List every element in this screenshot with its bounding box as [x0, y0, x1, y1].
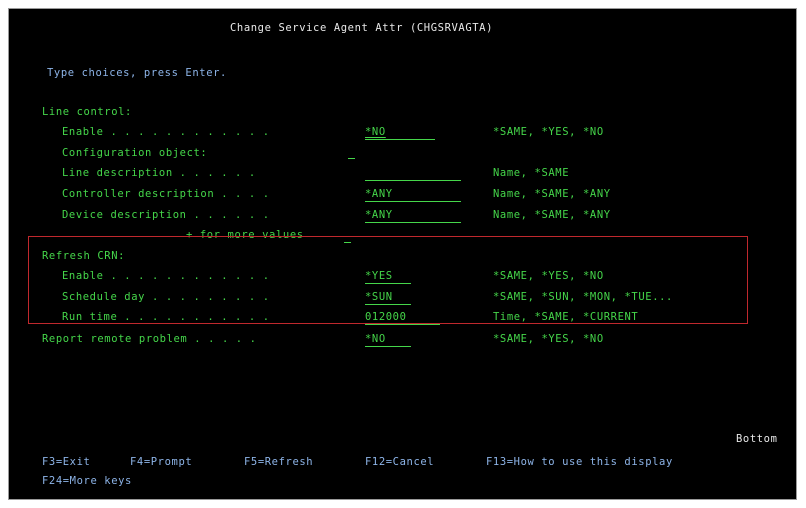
f24-more-keys[interactable]: F24=More keys: [42, 474, 132, 488]
line-description-underline: [365, 180, 461, 181]
line-description-label: Line description . . . . . .: [62, 167, 256, 179]
schedule-day-input[interactable]: *SUN: [365, 290, 393, 304]
f12-cancel-key[interactable]: F12=Cancel: [365, 455, 434, 469]
report-remote-problem-label: Report remote problem . . . . .: [42, 333, 257, 345]
refresh-enable-input[interactable]: *YES: [365, 269, 393, 283]
f13-help-key[interactable]: F13=How to use this display: [486, 455, 673, 469]
controller-description-underline: [365, 201, 461, 202]
cursor-marker: [348, 158, 355, 159]
device-description-choices: Name, *SAME, *ANY: [493, 209, 611, 221]
report-remote-problem-input[interactable]: *NO: [365, 332, 386, 346]
controller-description-choices: Name, *SAME, *ANY: [493, 188, 611, 200]
bottom-indicator: Bottom: [736, 433, 778, 445]
instruction-text: Type choices, press Enter.: [47, 67, 227, 79]
line-control-heading: Line control:: [42, 106, 132, 118]
refresh-enable-choices: *SAME, *YES, *NO: [493, 270, 604, 282]
f5-refresh-key[interactable]: F5=Refresh: [244, 455, 313, 469]
run-time-underline: [365, 324, 440, 325]
enable-input-underline: [365, 139, 435, 140]
line-description-choices: Name, *SAME: [493, 167, 570, 179]
schedule-day-label: Schedule day . . . . . . . . .: [62, 291, 270, 303]
refresh-enable-underline: [365, 283, 411, 284]
device-description-underline: [365, 222, 461, 223]
device-description-label: Device description . . . . . .: [62, 209, 270, 221]
controller-description-label: Controller description . . . .: [62, 188, 270, 200]
report-remote-problem-underline: [365, 346, 411, 347]
run-time-choices: Time, *SAME, *CURRENT: [493, 311, 639, 323]
more-values-hint: + for more values: [186, 229, 304, 241]
controller-description-input[interactable]: *ANY: [365, 187, 393, 201]
terminal-screen: [8, 8, 797, 500]
configuration-object-label: Configuration object:: [62, 147, 208, 159]
enable-input[interactable]: *NO: [365, 125, 435, 139]
enable-choices: *SAME, *YES, *NO: [493, 126, 604, 138]
run-time-input[interactable]: 012000: [365, 310, 407, 324]
more-values-entry[interactable]: [344, 242, 351, 243]
device-description-input[interactable]: *ANY: [365, 208, 393, 222]
f4-prompt-key[interactable]: F4=Prompt: [130, 455, 192, 469]
refresh-heading: Refresh CRN:: [42, 250, 126, 262]
run-time-label: Run time . . . . . . . . . . .: [62, 311, 270, 323]
f3-exit-key[interactable]: F3=Exit: [42, 455, 90, 469]
enable-label: Enable . . . . . . . . . . . .: [62, 126, 270, 138]
line-description-input[interactable]: [365, 166, 461, 180]
schedule-day-underline: [365, 304, 411, 305]
schedule-day-choices: *SAME, *SUN, *MON, *TUE...: [493, 291, 673, 303]
screen-title: Change Service Agent Attr (CHGSRVAGTA): [230, 22, 494, 34]
report-remote-problem-choices: *SAME, *YES, *NO: [493, 333, 604, 345]
refresh-enable-label: Enable . . . . . . . . . . . .: [62, 270, 270, 282]
